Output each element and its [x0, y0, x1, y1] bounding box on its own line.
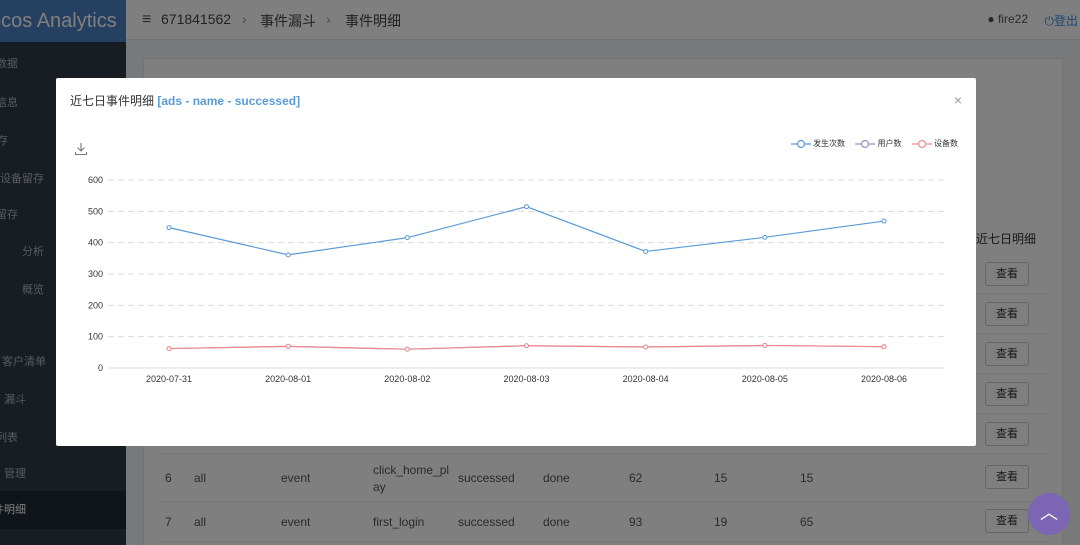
x-tick-label: 2020-08-01: [265, 374, 311, 384]
data-point: [404, 235, 410, 241]
close-icon[interactable]: ×: [954, 92, 962, 108]
y-tick-label: 400: [88, 238, 103, 248]
legend-marker-icon: [790, 139, 811, 148]
data-point: [762, 234, 768, 240]
legend-label: 设备数: [934, 139, 958, 148]
data-point: [524, 343, 529, 349]
legend-item[interactable]: 用户数: [855, 138, 902, 149]
chart-legend: 发生次数 用户数 设备数: [783, 138, 958, 149]
modal-title-text: 近七日事件明细: [70, 94, 155, 108]
legend-marker-icon: [911, 139, 932, 148]
x-tick-label: 2020-08-05: [742, 374, 788, 384]
y-tick-label: 0: [98, 363, 103, 373]
scroll-to-top-button[interactable]: ︿: [1028, 493, 1070, 535]
event-tag: [ads - name - successed]: [157, 94, 301, 108]
event-detail-modal: 近七日事件明细 [ads - name - successed] × 发生次数 …: [56, 78, 976, 446]
y-tick-label: 500: [88, 206, 103, 216]
chevron-up-icon: ︿: [1040, 503, 1058, 523]
x-tick-label: 2020-08-04: [623, 374, 669, 384]
y-tick-label: 200: [88, 300, 103, 310]
legend-label: 用户数: [877, 139, 902, 148]
x-tick-label: 2020-07-31: [146, 374, 192, 384]
data-point: [881, 218, 887, 224]
data-point: [524, 204, 529, 210]
y-tick-label: 300: [88, 269, 103, 279]
data-point: [166, 346, 172, 352]
series-line: [168, 206, 885, 256]
data-point: [285, 252, 291, 258]
data-point: [762, 342, 768, 348]
data-point: [881, 344, 887, 350]
x-tick-label: 2020-08-03: [503, 374, 549, 384]
legend-item[interactable]: 发生次数: [790, 138, 846, 149]
x-tick-label: 2020-08-02: [384, 374, 430, 384]
data-point: [643, 344, 649, 350]
legend-item[interactable]: 设备数: [911, 138, 958, 149]
data-point: [285, 343, 291, 349]
y-tick-label: 100: [88, 332, 103, 342]
data-point: [643, 248, 649, 254]
line-chart: 0 100 200 300 400 500 600 2020-07-31 2020-08-01 2…: [88, 175, 944, 384]
data-point: [404, 346, 410, 352]
data-point: [166, 225, 172, 231]
modal-title: 近七日事件明细 [ads - name - successed]: [70, 92, 300, 109]
x-tick-label: 2020-08-06: [861, 374, 907, 384]
legend-marker-icon: [855, 139, 876, 148]
legend-label: 发生次数: [813, 139, 846, 148]
download-icon[interactable]: [74, 142, 88, 156]
y-tick-label: 600: [88, 175, 103, 185]
